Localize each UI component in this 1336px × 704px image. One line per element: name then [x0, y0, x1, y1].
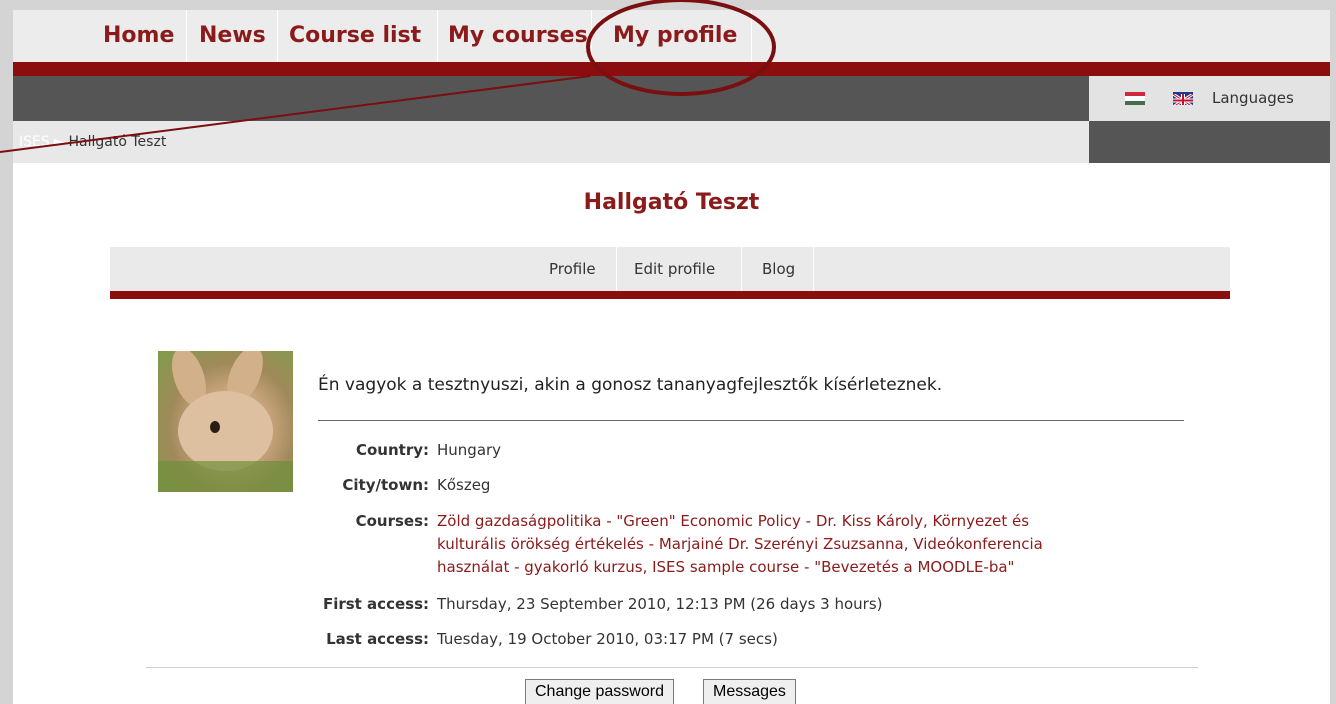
annotation-overlay — [0, 0, 776, 153]
pointer-line-annotation — [0, 75, 591, 153]
highlight-circle-annotation — [586, 0, 776, 96]
